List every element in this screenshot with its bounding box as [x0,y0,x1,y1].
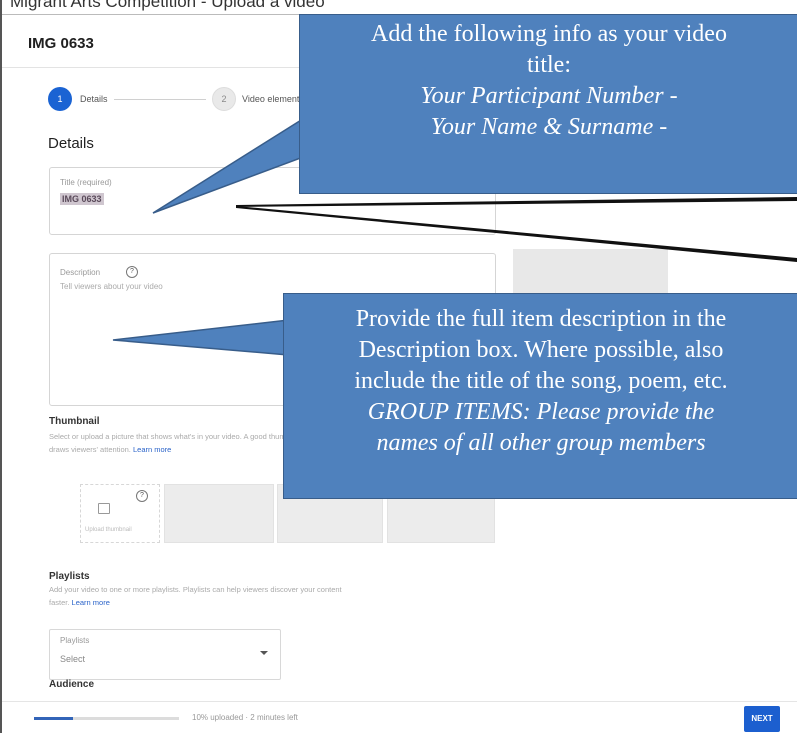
description-field-label: Description [60,268,101,277]
upload-progress-fill [34,717,74,720]
playlist-select[interactable]: Playlists Select [49,629,281,680]
left-edge [0,0,2,733]
upload-thumbnail-label: Upload thumbnail [85,527,132,533]
thumbnail-option-1[interactable] [164,484,274,543]
screenshot-stage: Migrant Arts Competition - Upload a vide… [0,0,797,733]
dialog-title: IMG 0633 [28,35,94,52]
description-instruction-callout: Provide the full item description in the… [283,293,797,499]
upload-thumbnail-button[interactable]: ? Upload thumbnail [80,484,160,543]
cropped-page-text: Migrant Arts Competition - Upload a vide… [10,0,325,11]
upload-status-text: 10% uploaded · 2 minutes left [192,713,298,722]
playlists-heading: Playlists [49,571,90,582]
image-icon [98,503,110,514]
title-callout-line3: Your Participant Number - [420,83,678,109]
title-callout-line1: Add the following info as your video [371,21,727,47]
thumbnail-help-icon[interactable]: ? [136,490,148,502]
step-video-elements-icon[interactable]: 2 [212,87,236,111]
description-callout-line2: Description box. Where possible, also [358,337,724,363]
audience-heading: Audience [49,679,95,690]
title-field-label: Title (required) [60,178,112,187]
playlists-text-line2: faster. [49,598,70,607]
upload-progress-bar [34,717,179,720]
step-details-icon[interactable]: 1 [48,87,72,111]
next-button[interactable]: NEXT [744,706,780,732]
stepper-line [114,99,206,100]
playlists-learn-more-link[interactable]: Learn more [72,598,110,607]
step-details-label[interactable]: Details [80,94,108,104]
step-video-elements-label[interactable]: Video elements [242,94,304,104]
description-callout-line4: GROUP ITEMS: Please provide the [367,399,715,425]
thumbnail-learn-more-link[interactable]: Learn more [133,445,171,454]
playlists-description: Add your video to one or more playlists.… [49,583,342,609]
thumbnail-text-line2: draws viewers' attention. [49,445,131,454]
title-instruction-callout: Add the following info as your video tit… [299,14,797,194]
title-callout-line4: Your Name & Surname - [430,114,668,140]
description-field-placeholder: Tell viewers about your video [60,282,163,291]
playlist-select-value: Select [60,654,86,664]
playlist-select-label: Playlists [60,636,90,645]
description-callout-line1: Provide the full item description in the [355,306,727,332]
title-field-value: IMG 0633 [60,193,104,205]
details-heading: Details [48,135,94,152]
chevron-down-icon [260,651,268,655]
title-callout-line2: title: [527,52,571,78]
description-callout-line5: names of all other group members [376,430,706,456]
dialog-footer: 10% uploaded · 2 minutes left NEXT [2,701,797,733]
description-callout-line3: include the title of the song, poem, etc… [354,368,728,394]
playlists-text-line1: Add your video to one or more playlists.… [49,585,342,594]
description-help-icon[interactable]: ? [126,266,138,278]
thumbnail-heading: Thumbnail [49,416,100,427]
